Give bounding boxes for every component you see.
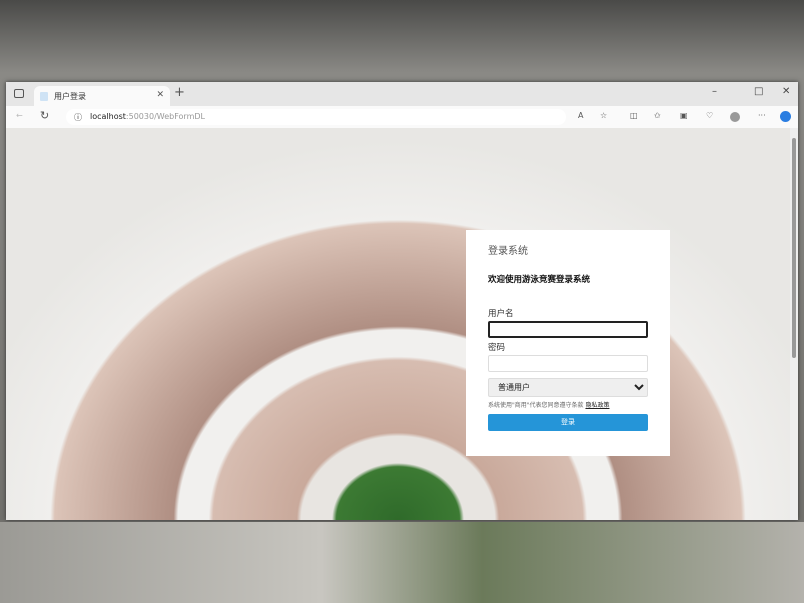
login-title: 登录系统 <box>488 246 528 257</box>
address-bar-row: ← ↻ ⓘ localhost:50030/WebFormDL A ☆ ◫ ✩ ▣… <box>6 106 798 128</box>
hint-text: 系统使用"商用"代表您同意遵守条款 <box>488 402 584 409</box>
url-input[interactable]: ⓘ localhost:50030/WebFormDL <box>66 109 566 125</box>
close-window-button[interactable]: ✕ <box>782 86 790 97</box>
browser-window: 用户登录 ✕ + – □ ✕ ← ↻ ⓘ localhost:50030/WebFo… <box>6 82 798 520</box>
role-select[interactable]: 普通用户 <box>488 378 648 397</box>
read-aloud-icon[interactable]: A <box>578 111 583 120</box>
maximize-button[interactable]: □ <box>754 86 763 97</box>
login-button[interactable]: 登录 <box>488 413 648 431</box>
url-path: :50030/WebFormDL <box>125 112 205 121</box>
username-input[interactable] <box>488 321 648 338</box>
url-host: localhost <box>90 112 126 121</box>
more-icon[interactable]: ··· <box>758 111 766 120</box>
favorites-icon[interactable]: ✩ <box>654 111 661 120</box>
favorite-star-icon[interactable]: ☆ <box>600 111 607 120</box>
back-icon[interactable]: ← <box>16 111 23 120</box>
browser-essentials-icon[interactable]: ♡ <box>706 111 713 120</box>
split-screen-icon[interactable]: ◫ <box>630 111 638 120</box>
minimize-button[interactable]: – <box>712 86 717 97</box>
collections-icon[interactable]: ▣ <box>680 111 688 120</box>
login-card: 登录系统 欢迎使用游泳竞赛登录系统 用户名 密码 普通用户 系统使用"商用"代表… <box>466 230 670 456</box>
terms-hint: 系统使用"商用"代表您同意遵守条款 隐私政策 <box>488 400 648 409</box>
tab-title: 用户登录 <box>54 92 86 101</box>
staircase-background-image <box>6 128 790 520</box>
site-info-icon[interactable]: ⓘ <box>74 112 82 123</box>
monitor-bezel-blur <box>0 522 804 603</box>
profile-icon[interactable] <box>730 112 740 122</box>
password-label: 密码 <box>488 343 506 353</box>
password-input[interactable] <box>488 355 648 372</box>
username-label: 用户名 <box>488 309 514 319</box>
scrollbar[interactable] <box>790 128 798 520</box>
page-favicon-icon <box>40 92 48 101</box>
tab-bar: 用户登录 ✕ + – □ ✕ <box>6 82 798 106</box>
page-content: 登录系统 欢迎使用游泳竞赛登录系统 用户名 密码 普通用户 系统使用"商用"代表… <box>6 128 798 520</box>
tab-login[interactable]: 用户登录 ✕ <box>34 86 170 106</box>
privacy-link[interactable]: 隐私政策 <box>585 402 609 409</box>
new-tab-icon[interactable]: + <box>174 85 185 100</box>
welcome-text: 欢迎使用游泳竞赛登录系统 <box>488 275 591 285</box>
close-tab-icon[interactable]: ✕ <box>156 90 164 100</box>
refresh-icon[interactable]: ↻ <box>40 109 49 122</box>
tab-actions-icon[interactable] <box>14 89 24 98</box>
copilot-icon[interactable] <box>780 111 791 122</box>
